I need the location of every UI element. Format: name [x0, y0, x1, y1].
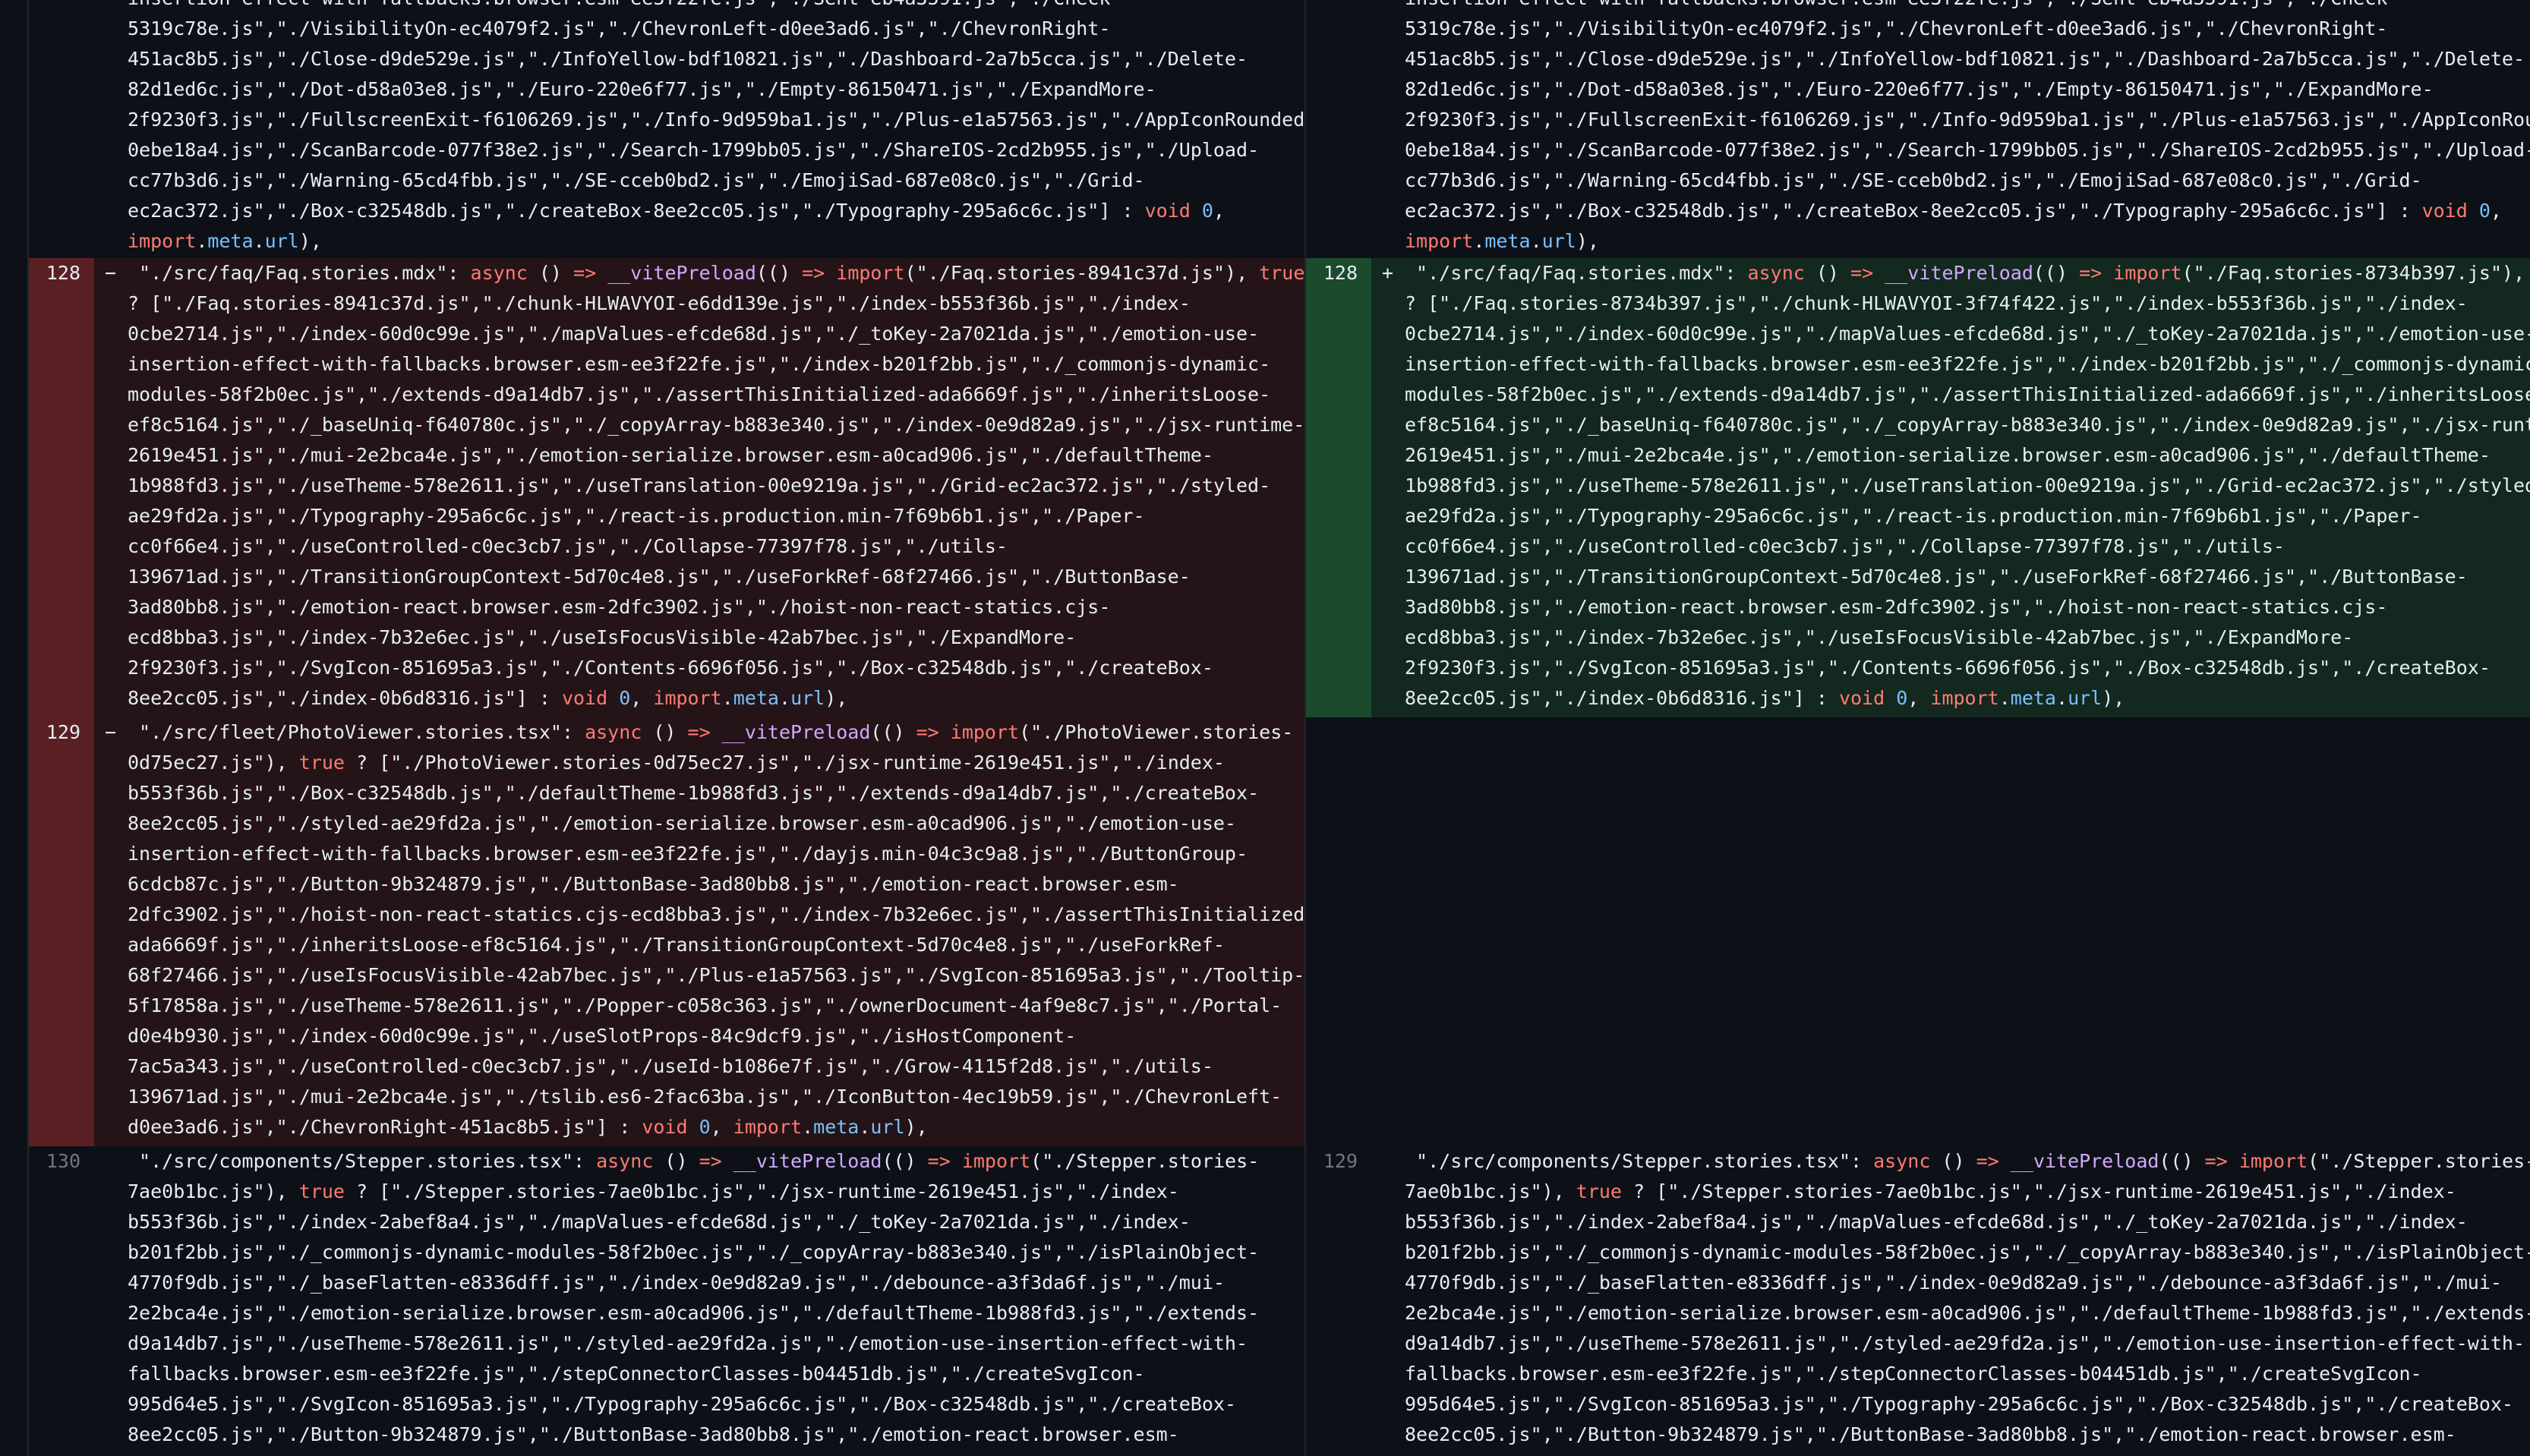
deleted-line-128[interactable]: 128 − "./src/faq/Faq.stories.mdx": async…	[29, 258, 1304, 717]
minus-icon: −	[105, 721, 117, 743]
diff-pane-new[interactable]: insertion-effect-with-fallbacks.browser.…	[1304, 0, 2530, 1456]
context-line-130[interactable]: 130 "./src/components/Stepper.stories.ts…	[29, 1146, 1304, 1456]
diff-left-edge	[0, 0, 29, 1456]
code-text: "./src/components/Stepper.stories.tsx": …	[128, 1150, 1304, 1456]
code-text: "./src/faq/Faq.stories.mdx": async () =>…	[1405, 262, 2530, 709]
split-diff-view: insertion-effect-with-fallbacks.browser.…	[0, 0, 2530, 1456]
context-block-top: insertion-effect-with-fallbacks.browser.…	[1306, 0, 2530, 258]
line-number[interactable]: 128	[29, 258, 94, 717]
plus-icon: +	[1382, 262, 1394, 284]
code-text: insertion-effect-with-fallbacks.browser.…	[1405, 0, 2530, 252]
context-block-top: insertion-effect-with-fallbacks.browser.…	[29, 0, 1304, 258]
code-text: "./src/faq/Faq.stories.mdx": async () =>…	[128, 262, 1304, 709]
code-text: insertion-effect-with-fallbacks.browser.…	[128, 0, 1304, 252]
empty-placeholder-row	[1306, 717, 2530, 1146]
line-number[interactable]: 130	[29, 1146, 94, 1456]
line-number[interactable]: 129	[29, 717, 94, 1146]
deleted-line-129[interactable]: 129 − "./src/fleet/PhotoViewer.stories.t…	[29, 717, 1304, 1146]
context-line-129[interactable]: 129 "./src/components/Stepper.stories.ts…	[1306, 1146, 2530, 1456]
minus-icon: −	[105, 262, 117, 284]
line-number[interactable]: 128	[1306, 258, 1371, 717]
diff-pane-old[interactable]: insertion-effect-with-fallbacks.browser.…	[29, 0, 1304, 1456]
line-number[interactable]: 129	[1306, 1146, 1371, 1456]
code-text: "./src/components/Stepper.stories.tsx": …	[1405, 1150, 2530, 1456]
added-line-128[interactable]: 128 + "./src/faq/Faq.stories.mdx": async…	[1306, 258, 2530, 717]
code-text: "./src/fleet/PhotoViewer.stories.tsx": a…	[128, 721, 1304, 1138]
